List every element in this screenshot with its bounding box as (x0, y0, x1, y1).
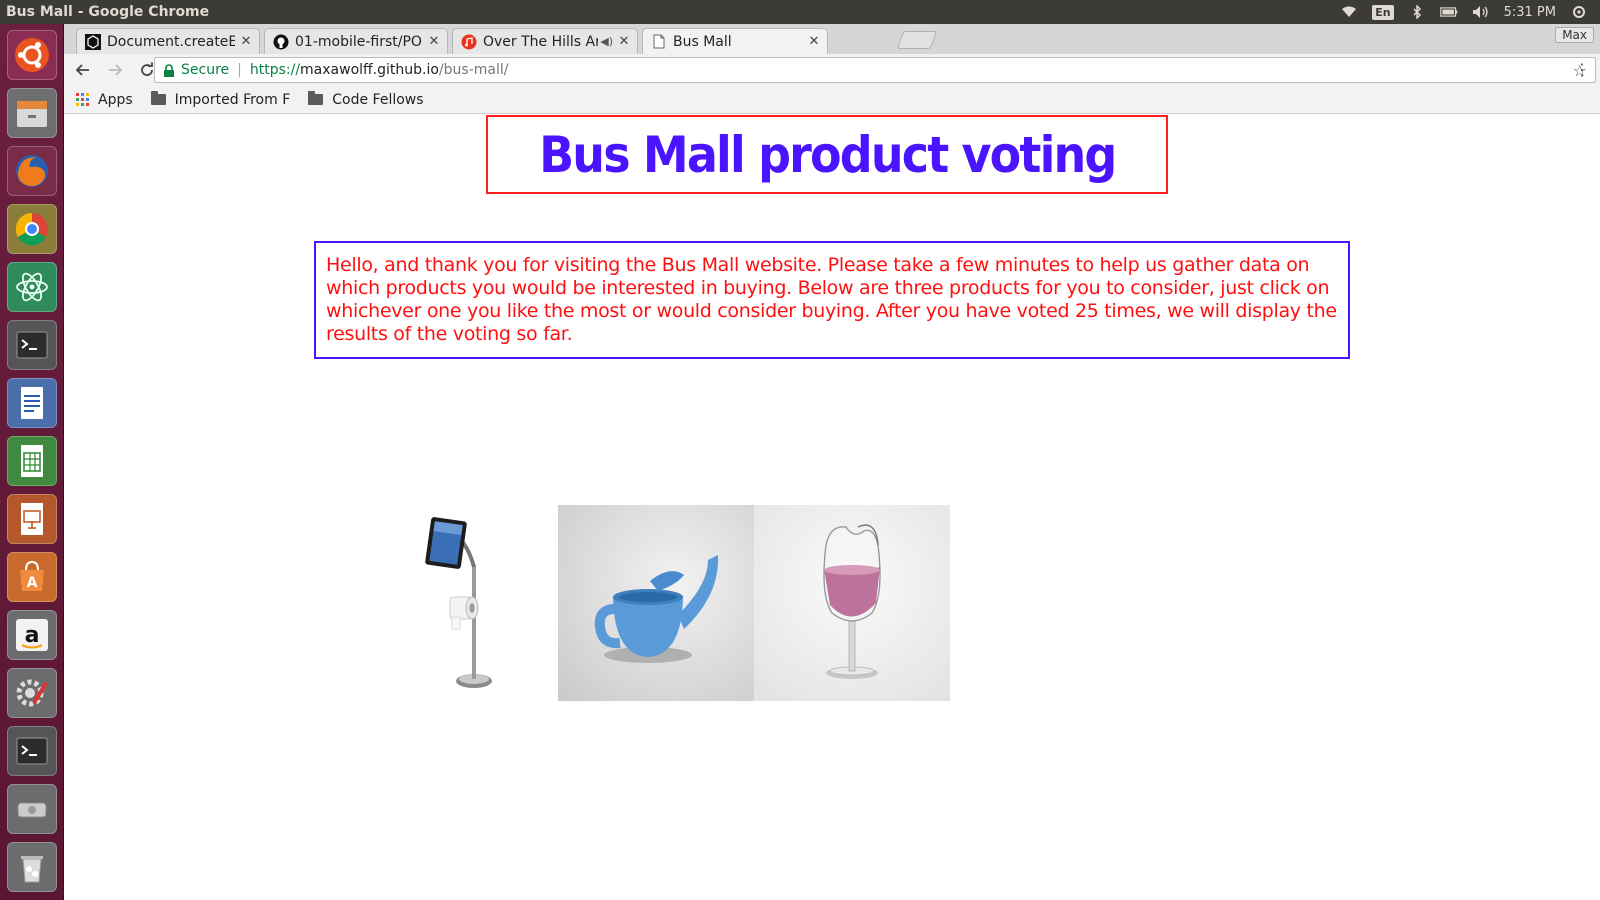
close-tab-icon[interactable]: ✕ (807, 34, 821, 49)
product-image-1[interactable] (364, 505, 560, 701)
tab-bus-mall[interactable]: Bus Mall ✕ (642, 28, 828, 54)
secure-label: Secure (181, 62, 230, 78)
calc-icon[interactable] (7, 436, 57, 486)
svg-text:A: A (27, 575, 38, 591)
lock-icon (163, 63, 175, 77)
tab-github[interactable]: 01-mobile-first/POF ✕ (264, 28, 448, 54)
github-icon (273, 34, 289, 50)
page-title: Bus Mall product voting (538, 125, 1117, 184)
close-tab-icon[interactable]: ✕ (239, 34, 253, 49)
writer-icon[interactable] (7, 378, 57, 428)
bookmark-apps[interactable]: Apps (76, 92, 133, 108)
system-settings-icon[interactable] (7, 668, 57, 718)
url-scheme: https:// (249, 62, 301, 78)
terminal-2-icon[interactable] (7, 726, 57, 776)
files-icon[interactable] (7, 88, 57, 138)
product-images (364, 505, 1044, 705)
trash-icon[interactable] (7, 842, 57, 892)
intro-box: Hello, and thank you for visiting the Bu… (314, 241, 1350, 359)
url-host: maxawolff.github.io (300, 62, 439, 78)
product-image-3[interactable] (754, 505, 950, 701)
codepen-icon (85, 33, 101, 50)
svg-text:a: a (25, 623, 40, 648)
ubuntu-dash-icon[interactable] (7, 30, 57, 80)
tab-over-the-hills[interactable]: Over The Hills An ◀) ✕ (452, 28, 638, 54)
folder-icon (150, 91, 166, 105)
power-gear-icon[interactable] (1570, 5, 1588, 19)
address-bar[interactable]: Secure | https:// maxawolff.github.io /b… (154, 57, 1596, 83)
apps-grid-icon (76, 92, 89, 106)
chrome-icon[interactable] (7, 204, 57, 254)
atom-editor-icon[interactable] (7, 262, 57, 312)
bookmark-code-fellows-folder[interactable]: Code Fellows (308, 91, 424, 108)
folder-icon (308, 91, 324, 105)
unity-launcher: A a (0, 24, 64, 900)
impress-icon[interactable] (7, 494, 57, 544)
system-tray: En 5:31 PM (1340, 4, 1600, 20)
bookmark-imported-folder[interactable]: Imported From F (150, 91, 290, 108)
intro-text: Hello, and thank you for visiting the Bu… (326, 254, 1337, 345)
terminal-icon[interactable] (7, 320, 57, 370)
battery-icon[interactable] (1439, 5, 1458, 19)
bluetooth-icon[interactable] (1408, 5, 1426, 19)
wifi-icon[interactable] (1340, 5, 1358, 19)
system-top-bar: Bus Mall - Google Chrome En 5:31 PM (0, 0, 1600, 24)
new-tab-button[interactable] (896, 31, 938, 49)
page-icon (651, 34, 667, 50)
menu-icon[interactable]: ⋮ (1574, 60, 1590, 80)
profile-button[interactable]: Max (1555, 27, 1594, 43)
firefox-icon[interactable] (7, 146, 57, 196)
page-header: Bus Mall product voting (486, 115, 1168, 194)
amazon-icon[interactable]: a (7, 610, 57, 660)
tab-document-createelement[interactable]: Document.createEl ✕ (76, 28, 260, 54)
back-icon[interactable] (70, 57, 96, 83)
forward-icon[interactable] (102, 57, 128, 83)
volume-icon[interactable] (1472, 5, 1490, 19)
disk-icon[interactable] (7, 784, 57, 834)
clock[interactable]: 5:31 PM (1504, 5, 1556, 20)
bookmarks-bar: Apps Imported From F Code Fellows (64, 86, 1600, 114)
close-tab-icon[interactable]: ✕ (427, 34, 441, 49)
page-content: Bus Mall product voting Hello, and thank… (64, 115, 1600, 900)
url-separator: | (237, 62, 242, 78)
url-path: /bus-mall/ (438, 62, 509, 78)
audio-playing-icon[interactable]: ◀) (600, 35, 613, 48)
keyboard-layout-indicator[interactable]: En (1372, 4, 1394, 20)
tab-strip: Document.createEl ✕ 01-mobile-first/POF … (64, 24, 1600, 54)
software-center-icon[interactable]: A (7, 552, 57, 602)
product-image-2[interactable] (558, 505, 754, 701)
music-icon (461, 34, 477, 50)
close-tab-icon[interactable]: ✕ (617, 34, 631, 49)
browser-toolbar: Secure | https:// maxawolff.github.io /b… (64, 54, 1600, 86)
window-title: Bus Mall - Google Chrome (6, 4, 210, 20)
